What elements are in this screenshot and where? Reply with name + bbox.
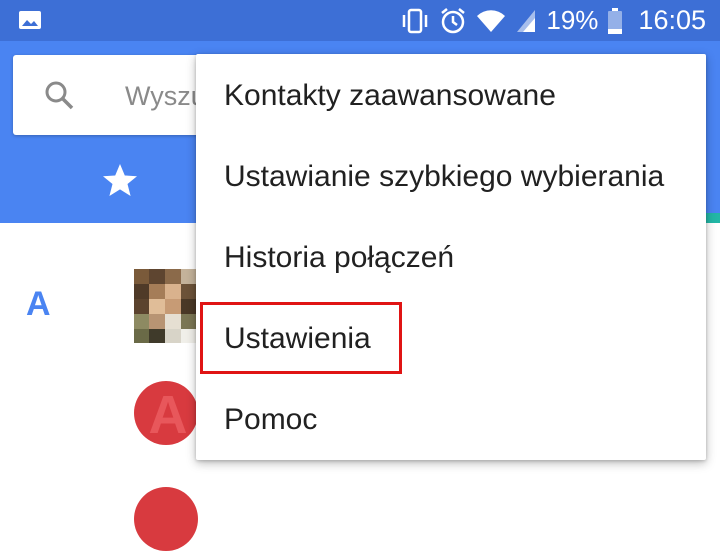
battery-percent: 19% bbox=[546, 5, 599, 35]
status-bar: 19% 16:05 bbox=[0, 0, 720, 41]
alarm-icon bbox=[441, 7, 466, 33]
menu-item-label: Pomoc bbox=[224, 403, 318, 436]
signal-icon bbox=[517, 9, 536, 32]
search-icon bbox=[45, 81, 74, 110]
avatar[interactable] bbox=[134, 487, 198, 551]
menu-item-label: Kontakty zaawansowane bbox=[224, 79, 556, 112]
battery-icon bbox=[608, 7, 623, 34]
vibrate-icon bbox=[403, 8, 428, 33]
section-letter: A bbox=[26, 285, 51, 323]
menu-item-help[interactable]: Pomoc bbox=[196, 380, 706, 460]
menu-item-advanced-contacts[interactable]: Kontakty zaawansowane bbox=[196, 56, 706, 136]
menu-item-settings[interactable]: Ustawienia bbox=[196, 299, 706, 379]
gallery-icon bbox=[19, 11, 41, 29]
menu-item-label: Ustawienia bbox=[224, 322, 371, 355]
avatar-initial: A bbox=[149, 385, 188, 445]
menu-item-speed-dial[interactable]: Ustawianie szybkiego wybierania bbox=[196, 137, 706, 217]
avatar[interactable] bbox=[134, 269, 196, 343]
avatar[interactable]: A bbox=[134, 381, 198, 445]
search-placeholder: Wyszu bbox=[125, 81, 206, 111]
clock: 16:05 bbox=[638, 5, 706, 35]
menu-item-call-history[interactable]: Historia połączeń bbox=[196, 218, 706, 298]
menu-item-label: Historia połączeń bbox=[224, 241, 455, 274]
wifi-icon bbox=[477, 9, 506, 32]
menu-item-label: Ustawianie szybkiego wybierania bbox=[224, 160, 665, 193]
overflow-menu: Kontakty zaawansowane Ustawianie szybkie… bbox=[196, 54, 706, 460]
star-icon[interactable] bbox=[98, 159, 142, 203]
